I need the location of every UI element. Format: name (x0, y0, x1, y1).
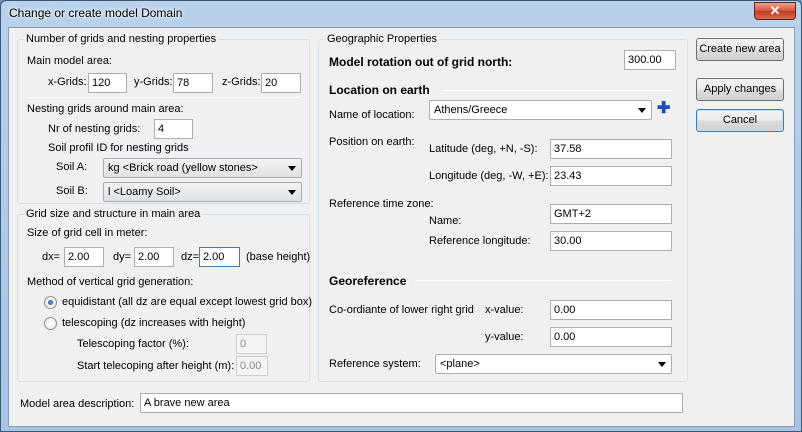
dx-input[interactable] (64, 247, 104, 267)
ref-longitude-input[interactable] (550, 231, 672, 251)
y-value-label: y-value: (485, 331, 524, 343)
timezone-label: Reference time zone: (329, 198, 434, 210)
position-label: Position on earth: (329, 136, 415, 148)
dz-input[interactable] (199, 247, 240, 267)
tz-name-label: Name: (429, 215, 462, 227)
create-area-button[interactable]: Create new area (696, 38, 784, 61)
cell-size-label: Size of grid cell in meter: (27, 227, 148, 239)
longitude-label: Longitude (deg, -W, +E): (429, 170, 549, 182)
rotation-label: Model rotation out of grid north: (329, 55, 513, 69)
georef-separator (415, 280, 671, 281)
dy-input[interactable] (134, 247, 174, 267)
cancel-button[interactable]: Cancel (696, 109, 784, 132)
latitude-input[interactable] (550, 139, 672, 159)
location-name-label: Name of location: (329, 109, 415, 121)
dz-label: dz= (181, 251, 200, 263)
soil-profile-label: Soil profil ID for nesting grids (48, 142, 189, 154)
chevron-down-icon (638, 108, 646, 113)
nesting-label: Nesting grids around main area: (27, 103, 184, 115)
close-button[interactable]: ✕ (754, 2, 796, 20)
tele-start-label: Start telecoping after height (m): (77, 360, 235, 372)
location-dropdown[interactable]: Athens/Greece (429, 100, 652, 120)
soil-b-value: l <Loamy Soil> (108, 186, 181, 198)
chevron-down-icon (658, 362, 666, 367)
refsys-dropdown[interactable]: <plane> (435, 354, 672, 374)
z-grids-input[interactable] (261, 73, 301, 93)
apply-changes-button[interactable]: Apply changes (696, 78, 784, 101)
x-value-input[interactable] (550, 300, 672, 320)
y-grids-input[interactable] (173, 73, 213, 93)
longitude-input[interactable] (550, 166, 672, 186)
tele-factor-input[interactable] (236, 334, 267, 354)
tele-start-input[interactable] (236, 356, 268, 376)
rotation-input[interactable] (624, 50, 676, 70)
grids-legend: Number of grids and nesting properties (24, 33, 219, 46)
telescoping-radio[interactable] (44, 317, 57, 330)
soil-a-value: kg <Brick road (yellow stones> (108, 162, 258, 174)
soil-b-label: Soil B: (56, 185, 88, 197)
x-value-label: x-value: (485, 304, 524, 316)
z-grids-label: z-Grids: (222, 76, 261, 88)
window-title: Change or create model Domain (9, 6, 183, 20)
refsys-label: Reference system: (329, 358, 421, 370)
refsys-value: <plane> (440, 358, 480, 370)
grids-separator (27, 97, 300, 98)
latitude-label: Latitude (deg, +N, -S): (429, 143, 538, 155)
dialog-window: Change or create model Domain ✕ Number o… (0, 0, 802, 432)
geo-group: Geographic Properties Model rotation out… (318, 33, 688, 382)
location-value: Athens/Greece (434, 104, 508, 116)
chevron-down-icon (288, 166, 296, 171)
description-input[interactable] (140, 393, 683, 413)
base-height-label: (base height) (246, 251, 311, 263)
tz-name-input[interactable] (550, 204, 672, 224)
soil-a-dropdown[interactable]: kg <Brick road (yellow stones> (103, 158, 302, 178)
dy-label: dy= (113, 251, 132, 263)
georef-heading: Georeference (329, 274, 407, 288)
telescoping-label: telescoping (dz increases with height) (62, 317, 246, 329)
add-location-icon[interactable]: ✚ (657, 101, 670, 117)
geo-legend: Geographic Properties (325, 33, 440, 46)
y-value-input[interactable] (550, 327, 672, 347)
chevron-down-icon (288, 190, 296, 195)
title-bar[interactable]: Change or create model Domain ✕ (1, 1, 801, 27)
gridsize-group: Grid size and structure in main area Siz… (17, 208, 313, 382)
x-grids-input[interactable] (88, 73, 127, 93)
nr-nesting-label: Nr of nesting grids: (48, 123, 141, 135)
tele-factor-label: Telescoping factor (%): (77, 338, 189, 350)
gridsize-legend: Grid size and structure in main area (24, 208, 203, 221)
y-grids-label: y-Grids: (134, 76, 173, 88)
x-grids-label: x-Grids: (48, 76, 87, 88)
corner-label: Co-ordiante of lower right grid (329, 304, 474, 316)
equidistant-label: equidistant (all dz are equal except low… (62, 296, 313, 308)
grids-group: Number of grids and nesting properties M… (17, 33, 310, 204)
ref-longitude-label: Reference longitude: (429, 235, 531, 247)
soil-a-label: Soil A: (56, 161, 88, 173)
method-label: Method of vertical grid generation: (27, 276, 194, 288)
location-heading: Location on earth (329, 83, 430, 97)
close-icon: ✕ (769, 3, 781, 18)
main-area-label: Main model area: (27, 55, 112, 67)
description-label: Model area description: (20, 398, 135, 410)
equidistant-radio[interactable] (44, 296, 57, 309)
location-separator (442, 90, 671, 91)
dialog-client: Number of grids and nesting properties M… (8, 27, 795, 427)
dx-label: dx= (42, 251, 61, 263)
nr-nesting-input[interactable] (154, 119, 193, 139)
soil-b-dropdown[interactable]: l <Loamy Soil> (103, 182, 302, 202)
